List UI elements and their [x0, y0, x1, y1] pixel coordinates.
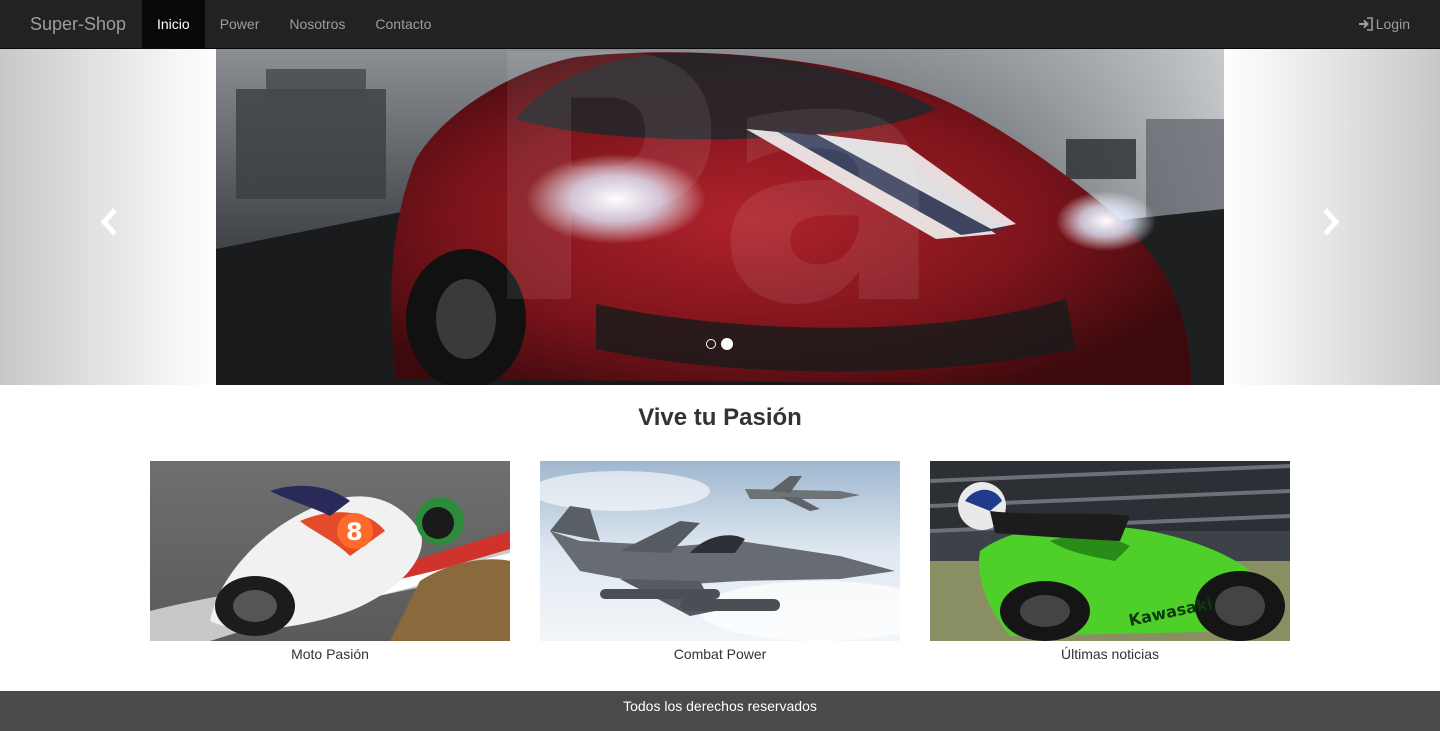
- card-news-image: Kawasaki: [930, 461, 1290, 641]
- login-label: Login: [1375, 16, 1410, 32]
- nav-item-inicio[interactable]: Inicio: [142, 0, 205, 48]
- login-icon: [1358, 17, 1374, 31]
- carousel-indicator-1[interactable]: [706, 339, 716, 349]
- nav-item-contacto[interactable]: Contacto: [360, 0, 446, 48]
- svg-text:Pa: Pa: [476, 49, 946, 380]
- login-button[interactable]: Login: [1358, 0, 1410, 48]
- card-moto-caption: Moto Pasión: [291, 646, 369, 662]
- brand-logo[interactable]: Super-Shop: [30, 0, 126, 48]
- carousel-slide-image: Pa: [216, 49, 1224, 385]
- nav-item-nosotros[interactable]: Nosotros: [274, 0, 360, 48]
- nav-item-power[interactable]: Power: [205, 0, 275, 48]
- card-news-caption: Últimas noticias: [1060, 646, 1160, 662]
- hero-carousel: Pa: [0, 49, 1440, 385]
- section-title: Vive tu Pasión: [638, 404, 802, 431]
- footer-copyright: Todos los derechos reservados: [623, 698, 817, 714]
- card-combat-caption: Combat Power: [673, 646, 767, 662]
- page-footer: Todos los derechos reservados: [0, 691, 1440, 731]
- top-navbar: Super-Shop Inicio Power Nosotros Contact…: [0, 0, 1440, 49]
- card-combat[interactable]: Combat Power: [540, 461, 900, 664]
- chevron-left-icon: [100, 208, 117, 236]
- carousel-next-control[interactable]: [1224, 49, 1440, 385]
- carousel-indicator-2[interactable]: [721, 338, 733, 350]
- main-nav: Inicio Power Nosotros Contacto: [142, 0, 446, 48]
- svg-text:8: 8: [346, 518, 363, 546]
- feature-cards: 8 Moto Pasión Combat Power Kawasaki Últi…: [150, 461, 1290, 671]
- carousel-prev-control[interactable]: [0, 49, 216, 385]
- carousel-indicators: [706, 338, 733, 350]
- chevron-right-icon: [1323, 208, 1340, 236]
- card-news[interactable]: Kawasaki Últimas noticias: [930, 461, 1290, 664]
- card-moto-image: 8: [150, 461, 510, 641]
- card-combat-image: [540, 461, 900, 641]
- card-moto[interactable]: 8 Moto Pasión: [150, 461, 510, 664]
